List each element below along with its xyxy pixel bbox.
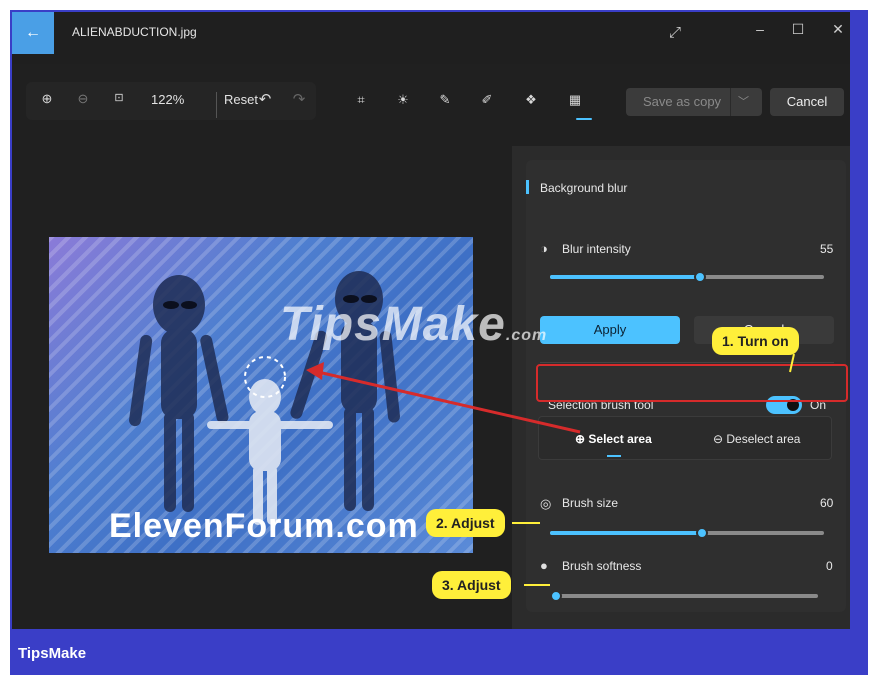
blur-intensity-thumb[interactable] [694, 271, 706, 283]
chevron-down-icon[interactable]: ﹀ [738, 93, 749, 109]
toggle-highlight-box [536, 364, 848, 402]
save-as-copy-label: Save as copy [643, 94, 722, 109]
apply-button[interactable]: Apply [540, 316, 680, 344]
brush-size-value: 60 [820, 496, 834, 510]
brush-size-fill [550, 531, 702, 535]
zoom-out-icon[interactable]: ⊖ [72, 91, 94, 107]
background-blur-icon[interactable]: ▦ [564, 92, 586, 108]
undo-icon[interactable]: ↶ [254, 90, 276, 108]
deselect-area-label: Deselect area [726, 432, 801, 446]
photo-canvas[interactable]: ElevenForum.com [49, 237, 473, 553]
back-button[interactable]: ← [12, 12, 54, 54]
close-icon[interactable]: ✕ [825, 21, 850, 38]
blur-intensity-label: Blur intensity [562, 242, 631, 256]
add-circle-icon: ⊕ [575, 432, 589, 446]
tipsmake-watermark-text: TipsMake [280, 298, 506, 351]
active-tool-indicator [576, 118, 592, 120]
photo-figures [129, 271, 400, 525]
tipsmake-watermark: TipsMake.com [280, 297, 547, 352]
section-indicator [526, 180, 529, 194]
brightness-icon[interactable]: ☀ [392, 92, 414, 108]
draw-icon[interactable]: ✐ [476, 92, 498, 108]
brush-softness-label: Brush softness [562, 559, 642, 573]
blur-intensity-fill [550, 275, 700, 279]
brush-softness-icon: ● [540, 558, 548, 573]
callout-adjust-softness: 3. Adjust [432, 571, 511, 599]
tipsmake-watermark-suffix: .com [505, 327, 548, 344]
toolbar-divider [216, 92, 217, 118]
brush-size-thumb[interactable] [696, 527, 708, 539]
minimize-icon[interactable]: – [747, 21, 773, 37]
crop-icon[interactable]: ⌗ [350, 92, 372, 108]
expand-icon[interactable]: ⤢ [662, 24, 688, 41]
filter-icon[interactable]: ❖ [520, 92, 542, 108]
contrast-icon: ◑ [540, 241, 548, 256]
maximize-icon[interactable]: ☐ [785, 21, 811, 38]
brand-footer: TipsMake [18, 645, 87, 662]
toolbar: ⊕ ⊖ ⊡ 122% Reset ↶ ↷ ⌗ ☀ ✎ ✐ ❖ ▦ Save as… [12, 78, 850, 124]
brush-size-icon: ◎ [540, 496, 552, 511]
callout-adjust-size: 2. Adjust [426, 509, 505, 537]
deselect-area-button[interactable]: ⊖ Deselect area [713, 432, 800, 446]
remove-circle-icon: ⊖ [713, 432, 727, 446]
callout-turn-on: 1. Turn on [712, 327, 799, 355]
cancel-button-top[interactable]: Cancel [770, 88, 844, 116]
area-segmented-control: ⊕ Select area ⊖ Deselect area [538, 416, 832, 460]
brush-softness-thumb[interactable] [550, 590, 562, 602]
brush-size-label: Brush size [562, 496, 619, 510]
elevenforum-watermark: ElevenForum.com [109, 507, 419, 545]
redo-icon[interactable]: ↷ [288, 90, 310, 108]
save-split-divider [730, 88, 731, 116]
title-bar: ← ALIENABDUCTION.jpg ⤢ – ☐ ✕ [12, 12, 850, 64]
brush-softness-value: 0 [826, 559, 833, 573]
select-area-indicator [607, 455, 621, 457]
blur-intensity-value: 55 [820, 242, 834, 256]
arrow-left-icon: ← [25, 24, 41, 41]
select-area-button[interactable]: ⊕ Select area [575, 432, 652, 446]
zoom-group: ⊕ ⊖ ⊡ 122% Reset ↶ ↷ [26, 82, 316, 120]
section-title: Background blur [540, 181, 628, 195]
select-area-label: Select area [588, 432, 652, 446]
reset-button[interactable]: Reset [224, 92, 258, 107]
markup-icon[interactable]: ✎ [434, 92, 456, 108]
zoom-in-icon[interactable]: ⊕ [36, 91, 58, 107]
actual-size-icon[interactable]: ⊡ [108, 91, 130, 104]
window-title: ALIENABDUCTION.jpg [72, 25, 197, 39]
zoom-level: 122% [151, 92, 185, 107]
panel-divider [540, 362, 834, 363]
brush-softness-track[interactable] [552, 594, 818, 598]
save-as-copy-button[interactable]: Save as copy ﹀ [626, 88, 762, 116]
photos-app-window: ← ALIENABDUCTION.jpg ⤢ – ☐ ✕ ⊕ ⊖ ⊡ 122% … [12, 12, 850, 629]
